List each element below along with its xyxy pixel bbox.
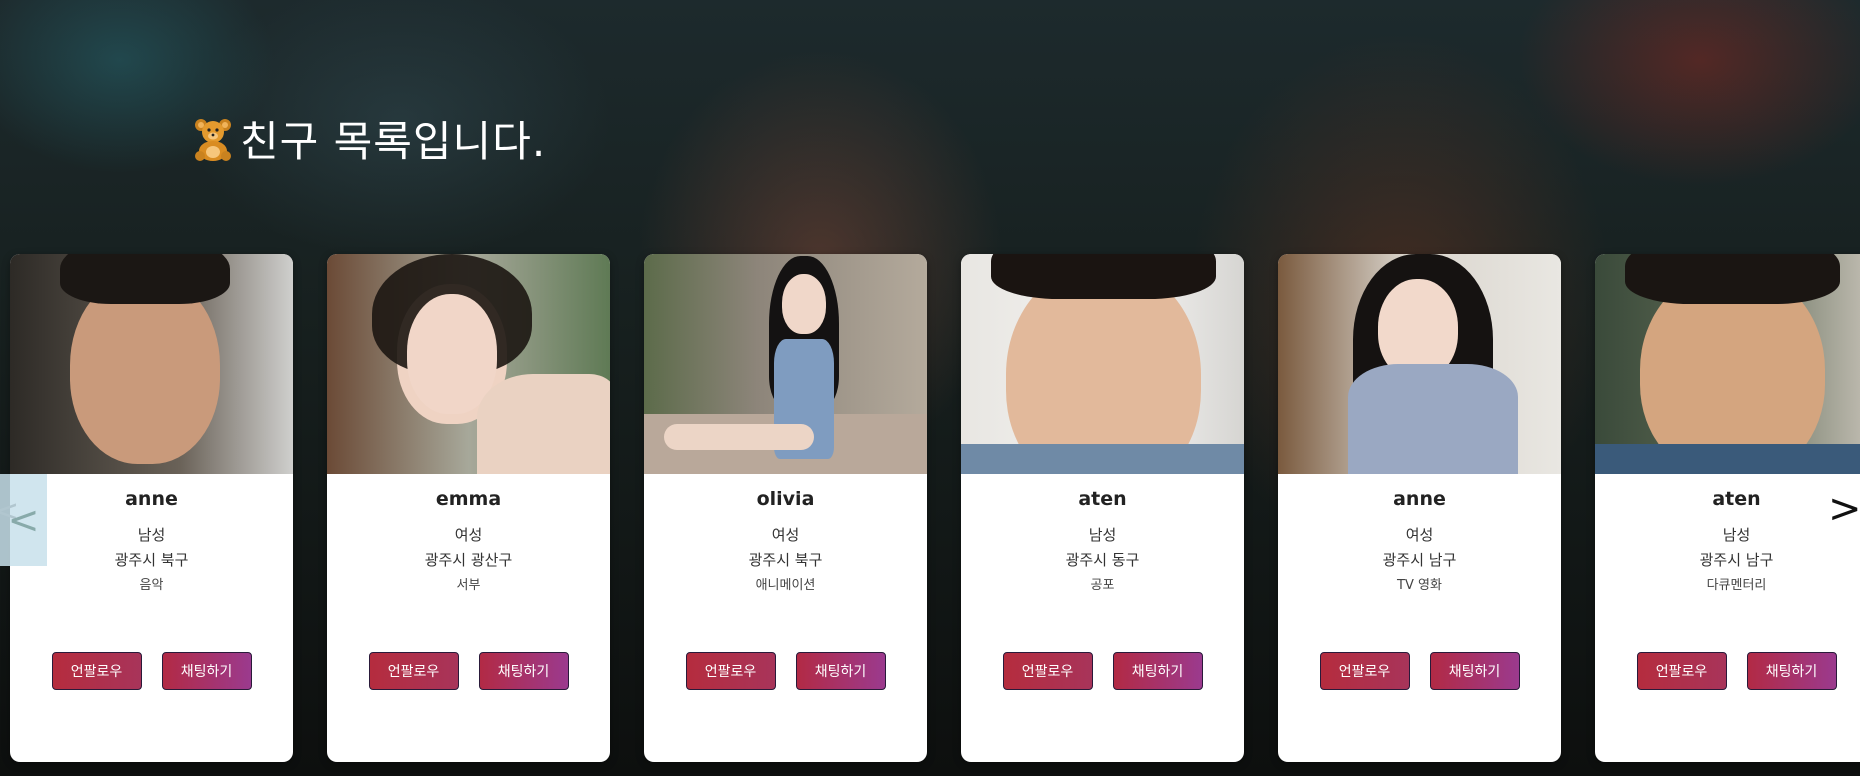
profile-photo <box>961 254 1244 474</box>
profile-photo <box>327 254 610 474</box>
friend-genre: 서부 <box>456 578 481 593</box>
card-actions: 언팔로우 채팅하기 <box>961 652 1244 690</box>
friend-card: aten 남성 광주시 남구 다큐멘터리 언팔로우 채팅하기 <box>1595 254 1860 762</box>
friend-genre: 공포 <box>1090 578 1115 593</box>
unfollow-button[interactable]: 언팔로우 <box>1002 652 1093 690</box>
friend-gender: 여성 <box>1405 526 1434 544</box>
friend-name: anne <box>125 488 178 510</box>
page-background: 친구 목록입니다. anne 남성 광주시 북구 음악 언팔로우 채팅하기 em… <box>0 0 1860 776</box>
chat-button[interactable]: 채팅하기 <box>161 652 252 690</box>
friend-name: olivia <box>756 488 815 510</box>
profile-photo <box>1278 254 1561 474</box>
chat-button[interactable]: 채팅하기 <box>1746 652 1837 690</box>
friend-gender: 남성 <box>1722 526 1751 544</box>
friend-gender: 남성 <box>137 526 166 544</box>
friend-gender: 여성 <box>771 526 800 544</box>
unfollow-button[interactable]: 언팔로우 <box>1636 652 1727 690</box>
card-actions: 언팔로우 채팅하기 <box>644 652 927 690</box>
friend-genre: 애니메이션 <box>755 578 816 593</box>
friend-name: aten <box>1712 488 1761 510</box>
friend-gender: 남성 <box>1088 526 1117 544</box>
card-actions: 언팔로우 채팅하기 <box>327 652 610 690</box>
carousel-prev-button[interactable]: < <box>0 474 47 566</box>
card-actions: 언팔로우 채팅하기 <box>1595 652 1860 690</box>
page-title-text: 친구 목록입니다. <box>240 117 547 166</box>
chat-button[interactable]: 채팅하기 <box>795 652 886 690</box>
profile-photo <box>10 254 293 474</box>
friend-genre: 음악 <box>139 578 164 593</box>
unfollow-button[interactable]: 언팔로우 <box>51 652 142 690</box>
friend-name: anne <box>1393 488 1446 510</box>
friend-region: 광주시 동구 <box>1065 551 1140 569</box>
friend-name: aten <box>1078 488 1127 510</box>
page-title: 친구 목록입니다. <box>192 108 546 169</box>
friend-region: 광주시 북구 <box>748 551 823 569</box>
carousel-next-button[interactable]: > <box>1828 486 1860 532</box>
chat-button[interactable]: 채팅하기 <box>1429 652 1520 690</box>
friend-name: emma <box>435 488 502 510</box>
card-actions: 언팔로우 채팅하기 <box>1278 652 1561 690</box>
unfollow-button[interactable]: 언팔로우 <box>368 652 459 690</box>
unfollow-button[interactable]: 언팔로우 <box>685 652 776 690</box>
profile-photo <box>644 254 927 474</box>
unfollow-button[interactable]: 언팔로우 <box>1319 652 1410 690</box>
friend-card: olivia 여성 광주시 북구 애니메이션 언팔로우 채팅하기 <box>644 254 927 762</box>
teddy-bear-icon <box>195 118 231 161</box>
friend-genre: 다큐멘터리 <box>1706 578 1767 593</box>
chat-button[interactable]: 채팅하기 <box>1112 652 1203 690</box>
friend-card: anne 남성 광주시 북구 음악 언팔로우 채팅하기 <box>10 254 293 762</box>
friend-region: 광주시 광산구 <box>424 551 513 569</box>
friend-region: 광주시 남구 <box>1699 551 1774 569</box>
friend-genre: TV 영화 <box>1397 578 1442 593</box>
friend-card: anne 여성 광주시 남구 TV 영화 언팔로우 채팅하기 <box>1278 254 1561 762</box>
friend-region: 광주시 남구 <box>1382 551 1457 569</box>
profile-photo <box>1595 254 1860 474</box>
friend-card: emma 여성 광주시 광산구 서부 언팔로우 채팅하기 <box>327 254 610 762</box>
card-actions: 언팔로우 채팅하기 <box>10 652 293 690</box>
chat-button[interactable]: 채팅하기 <box>478 652 569 690</box>
friend-card: aten 남성 광주시 동구 공포 언팔로우 채팅하기 <box>961 254 1244 762</box>
friend-region: 광주시 북구 <box>114 551 189 569</box>
friend-gender: 여성 <box>454 526 483 544</box>
friend-carousel: anne 남성 광주시 북구 음악 언팔로우 채팅하기 emma 여성 광주시 … <box>10 254 1860 764</box>
